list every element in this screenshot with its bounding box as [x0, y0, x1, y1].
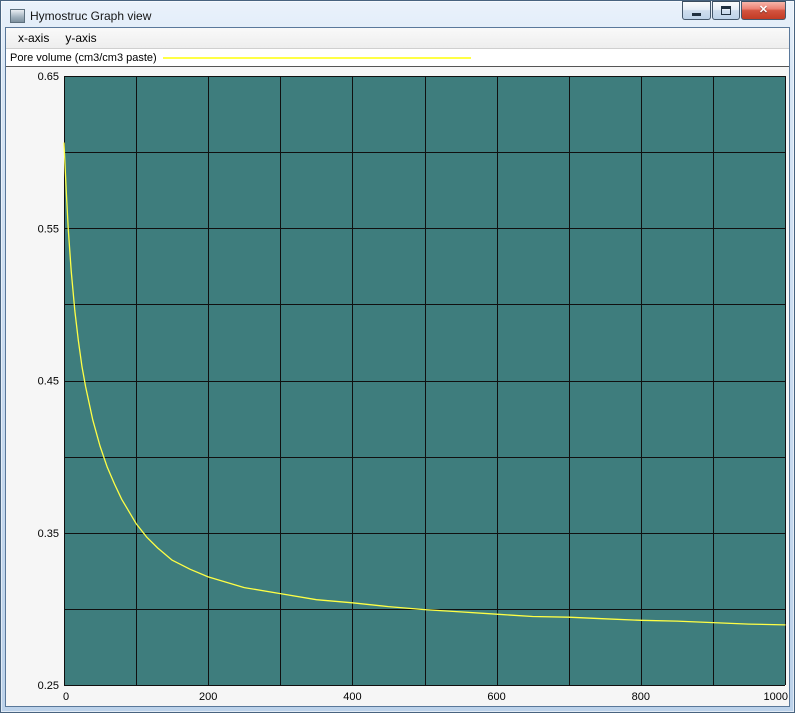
legend: Pore volume (cm3/cm3 paste) [6, 49, 789, 67]
app-icon [10, 8, 25, 23]
svg-text:0: 0 [63, 691, 69, 703]
window-body: x-axis y-axis Pore volume (cm3/cm3 paste… [5, 27, 790, 707]
svg-text:0.45: 0.45 [38, 376, 59, 388]
menubar: x-axis y-axis [6, 28, 789, 49]
window-title: Hymostruc Graph view [30, 8, 152, 23]
svg-text:1000: 1000 [764, 691, 788, 703]
legend-line-swatch [162, 56, 471, 59]
menu-y-axis[interactable]: y-axis [57, 29, 104, 47]
svg-text:0.35: 0.35 [38, 528, 59, 540]
svg-text:200: 200 [199, 691, 217, 703]
maximize-icon [721, 6, 731, 15]
svg-text:0.55: 0.55 [38, 223, 59, 235]
close-icon: ✕ [758, 4, 769, 16]
maximize-button[interactable] [712, 1, 740, 20]
app-window: Hymostruc Graph view ✕ x-axis y-axis Por… [0, 0, 795, 713]
minimize-icon [692, 13, 701, 16]
titlebar[interactable]: Hymostruc Graph view ✕ [5, 1, 790, 27]
svg-text:800: 800 [632, 691, 650, 703]
chart-area: 0 200 400 600 800 1000 0.65 0.55 0.45 0.35 0.25 [6, 67, 789, 706]
svg-text:0.65: 0.65 [38, 71, 59, 83]
svg-text:400: 400 [343, 691, 361, 703]
svg-text:0.25: 0.25 [38, 680, 59, 692]
legend-label: Pore volume (cm3/cm3 paste) [10, 51, 157, 64]
svg-text:600: 600 [487, 691, 505, 703]
chart-svg: 0 200 400 600 800 1000 0.65 0.55 0.45 0.35 0.25 [38, 71, 788, 703]
minimize-button[interactable] [682, 1, 711, 20]
menu-x-axis[interactable]: x-axis [10, 29, 57, 47]
close-button[interactable]: ✕ [741, 1, 786, 20]
window-controls: ✕ [681, 1, 786, 20]
